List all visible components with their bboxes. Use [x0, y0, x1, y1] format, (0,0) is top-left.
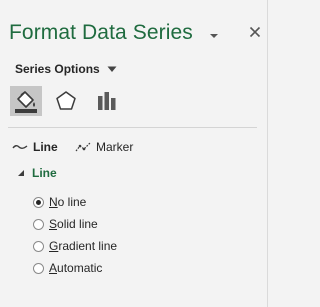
tab-effects[interactable]	[50, 86, 82, 116]
task-pane-options-button[interactable]	[207, 28, 221, 38]
radio-button[interactable]	[33, 218, 44, 230]
collapse-triangle-icon	[18, 170, 24, 176]
marker-icon	[75, 142, 91, 152]
caret-down-icon	[107, 66, 117, 72]
radio-button[interactable]	[33, 240, 44, 252]
series-options-label: Series Options	[15, 62, 100, 76]
radio-label-no-line: No line	[49, 195, 87, 209]
radio-button[interactable]	[33, 196, 44, 208]
line-section-header[interactable]: Line	[17, 166, 57, 180]
close-button[interactable]	[248, 25, 262, 39]
pane-title: Format Data Series	[9, 21, 193, 44]
series-options-bar-icon	[98, 92, 116, 110]
series-options-dropdown[interactable]: Series Options	[15, 60, 117, 78]
line-section-label: Line	[32, 166, 57, 180]
effects-pentagon-icon	[56, 91, 76, 110]
tab-series-options[interactable]	[91, 86, 123, 116]
radio-label-automatic: Automatic	[49, 261, 103, 275]
line-icon	[12, 145, 28, 149]
tab-divider	[8, 127, 257, 128]
fill-line-icon	[15, 91, 37, 113]
subtab-marker[interactable]: Marker	[75, 139, 133, 155]
subtab-line[interactable]: Line	[12, 139, 58, 155]
radio-label-solid-line: Solid line	[49, 217, 98, 231]
chevron-down-icon	[210, 34, 218, 38]
subtab-marker-label: Marker	[96, 140, 134, 154]
radio-button[interactable]	[33, 262, 44, 274]
close-icon	[249, 26, 261, 38]
radio-solid-line[interactable]: Solid line	[33, 216, 98, 232]
radio-gradient-line[interactable]: Gradient line	[33, 238, 117, 254]
subtab-line-label: Line	[33, 140, 58, 154]
radio-no-line[interactable]: No line	[33, 194, 86, 210]
radio-label-gradient-line: Gradient line	[49, 239, 118, 253]
tab-fill-line[interactable]	[10, 86, 42, 116]
radio-automatic[interactable]: Automatic	[33, 260, 102, 276]
